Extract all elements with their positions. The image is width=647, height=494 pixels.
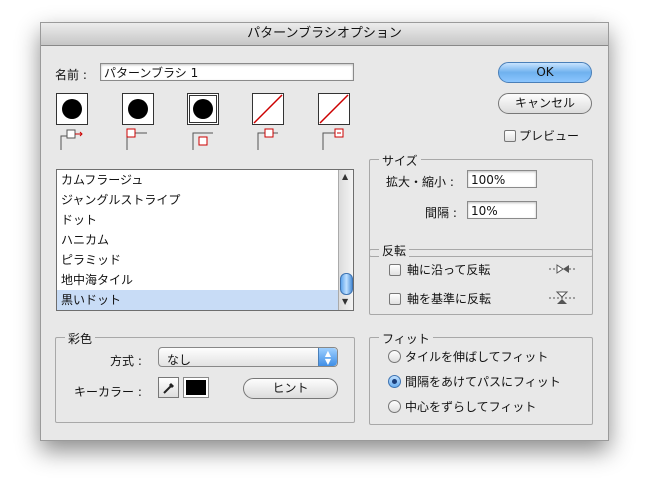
method-value: なし (167, 353, 192, 367)
scroll-down-icon[interactable]: ▼ (342, 297, 348, 306)
list-item[interactable]: ハニカム (57, 230, 353, 250)
side-tile-icon (60, 127, 84, 151)
list-item[interactable]: ドット (57, 210, 353, 230)
ok-button[interactable]: OK (498, 62, 592, 83)
flip-along-label: 軸に沿って反転 (407, 263, 491, 277)
inner-corner-tile-icon (191, 127, 215, 151)
spacing-label: 間隔 : (425, 206, 457, 220)
eyedropper-button[interactable] (158, 377, 179, 398)
scale-input[interactable]: 100% (467, 170, 537, 188)
preview-checkbox[interactable] (504, 130, 516, 142)
keycolor-label: キーカラー : (74, 385, 142, 399)
method-label: 方式 : (110, 354, 142, 368)
preview-label: プレビュー (519, 129, 580, 143)
scroll-up-icon[interactable]: ▲ (342, 172, 348, 181)
method-select[interactable]: なし ▲ ▼ (158, 347, 338, 367)
start-tile-icon (256, 127, 280, 151)
fit-approximate-radio[interactable] (388, 400, 401, 413)
flip-across-icon (547, 290, 577, 309)
list-item[interactable]: ピラミッド (57, 250, 353, 270)
list-item-selected[interactable]: 黒いドット (57, 290, 353, 310)
fit-stretch-radio[interactable] (388, 350, 401, 363)
eyedropper-icon (163, 383, 174, 394)
list-item[interactable]: 地中海タイル (57, 270, 353, 290)
end-tile-icon (321, 127, 345, 151)
pattern-brush-options-dialog: パターンブラシオプション 名前 : パターンブラシ 1 OK キャンセル プレビ… (40, 22, 609, 441)
scale-label: 拡大・縮小 : (386, 175, 454, 189)
start-tile-button[interactable] (252, 93, 284, 125)
keycolor-swatch[interactable] (183, 377, 209, 398)
flip-across-label: 軸を基準に反転 (407, 292, 492, 306)
flip-across-checkbox[interactable] (389, 293, 401, 305)
colorization-title: 彩色 (65, 330, 96, 347)
outer-corner-tile-icon (125, 127, 149, 151)
list-item[interactable]: カムフラージュ (57, 170, 353, 190)
spacing-input[interactable]: 10% (467, 201, 537, 219)
fit-stretch-label: タイルを伸ばしてフィット (405, 350, 549, 364)
name-input[interactable]: パターンブラシ 1 (100, 63, 354, 81)
fit-spacing-radio[interactable] (388, 375, 401, 388)
select-arrows-icon: ▲ ▼ (318, 348, 337, 366)
cancel-button[interactable]: キャンセル (498, 93, 592, 114)
flip-title: 反転 (379, 242, 410, 259)
fit-title: フィット (379, 330, 433, 347)
end-tile-button[interactable] (318, 93, 350, 125)
fit-spacing-label: 間隔をあけてパスにフィット (405, 375, 561, 389)
flip-along-icon (547, 261, 577, 280)
name-label: 名前 : (55, 68, 87, 82)
dialog-title: パターンブラシオプション (41, 23, 608, 46)
side-tile-button[interactable] (56, 93, 88, 125)
flip-along-checkbox[interactable] (389, 264, 401, 276)
outer-corner-tile-button[interactable] (122, 93, 154, 125)
scroll-thumb[interactable] (340, 273, 353, 295)
fit-approximate-label: 中心をずらしてフィット (405, 400, 537, 414)
list-scrollbar[interactable]: ▲ ▼ (338, 170, 353, 310)
inner-corner-tile-button[interactable] (187, 93, 219, 125)
pattern-list[interactable]: カムフラージュ ジャングルストライプ ドット ハニカム ピラミッド 地中海タイル… (56, 169, 354, 311)
list-item[interactable]: ジャングルストライプ (57, 190, 353, 210)
hint-button[interactable]: ヒント (243, 378, 338, 399)
size-title: サイズ (379, 152, 421, 169)
